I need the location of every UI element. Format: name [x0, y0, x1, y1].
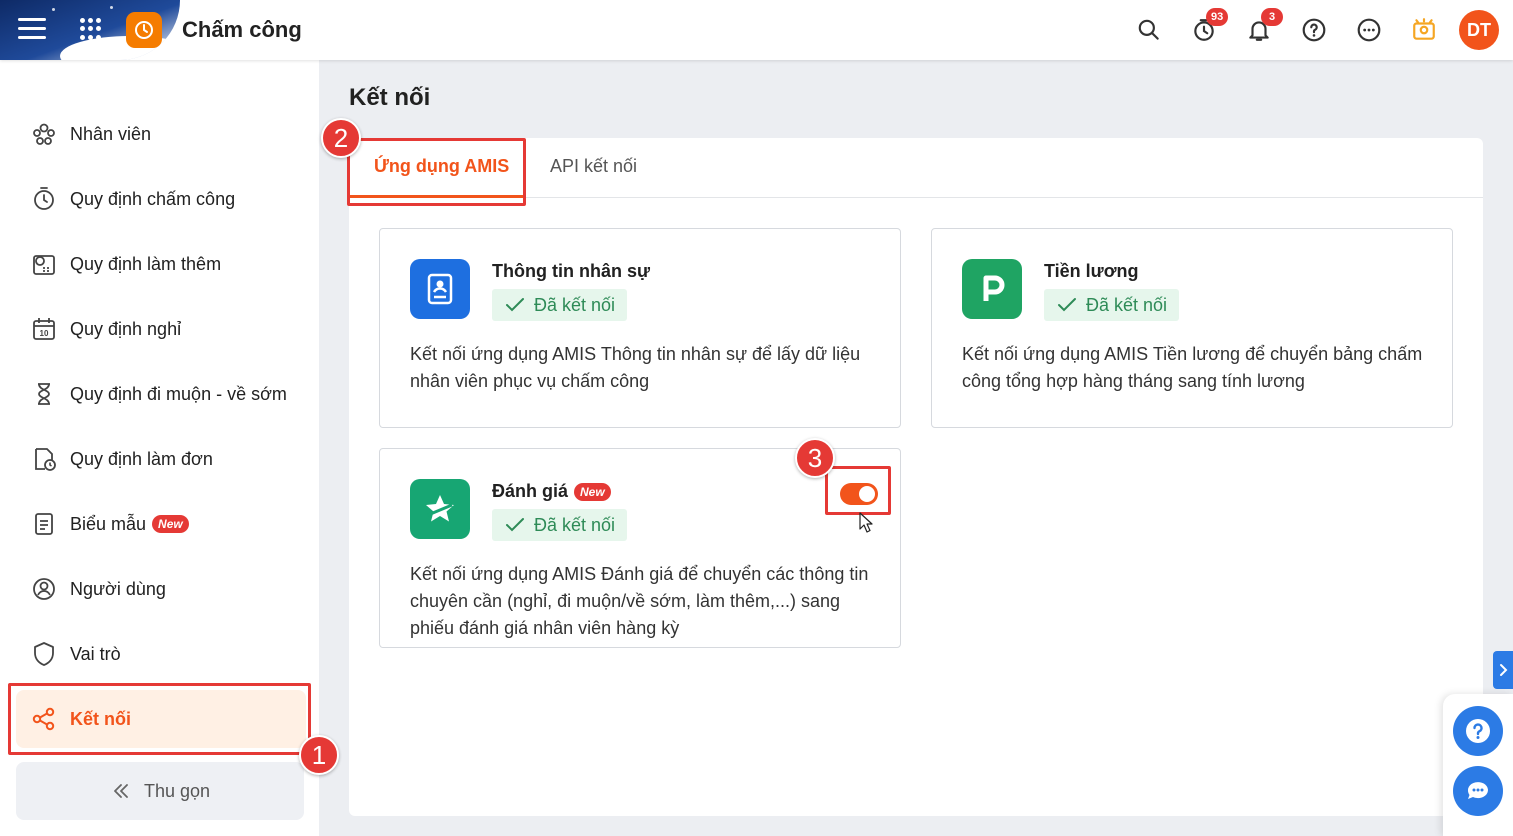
sidebar-item-label: Người dùng	[70, 578, 166, 599]
document-clock-icon	[35, 448, 56, 471]
page-title: Kết nối	[349, 84, 431, 111]
step-marker-2: 2	[321, 118, 361, 158]
more-icon[interactable]	[1349, 10, 1389, 50]
new-badge: New	[574, 482, 611, 501]
timer-badge: 93	[1206, 8, 1229, 26]
card-title: Đánh giá New	[492, 481, 611, 502]
check-icon	[1058, 298, 1076, 312]
user-avatar[interactable]: DT	[1459, 10, 1499, 50]
help-icon[interactable]	[1294, 10, 1334, 50]
sidebar-item-label: Quy định đi muộn - về sớm	[70, 383, 287, 404]
hourglass-icon	[38, 383, 50, 405]
user-icon	[33, 578, 55, 600]
svg-text:10: 10	[40, 329, 49, 338]
chat-float-button[interactable]	[1453, 766, 1503, 816]
menu-icon[interactable]	[18, 18, 46, 42]
card-description: Kết nối ứng dụng AMIS Thông tin nhân sự …	[410, 344, 861, 391]
sidebar-item-label: Quy định chấm công	[70, 188, 236, 209]
sidebar-item-label: Quy định làm đơn	[70, 448, 213, 469]
content-panel: Ứng dụng AMIS API kết nối Thông tin nhân…	[349, 138, 1483, 816]
bell-icon[interactable]: 3	[1239, 8, 1283, 50]
calendar-icon: 10	[33, 318, 55, 340]
sidebar-item-label: Vai trò	[70, 643, 121, 664]
sidebar-item-label: Quy định nghỉ	[70, 318, 182, 339]
top-header: Chấm công 93 3 DT	[0, 0, 1513, 60]
sidebar-item-label: Biểu mẫu	[70, 513, 147, 534]
sidebar-item-users[interactable]: Người dùng	[16, 560, 306, 618]
evaluation-star-icon	[410, 479, 470, 539]
timer-icon[interactable]: 93	[1184, 8, 1229, 50]
sidebar-item-roles[interactable]: Vai trò	[16, 625, 306, 683]
search-icon[interactable]	[1129, 10, 1169, 50]
card-payroll: Tiền lương Đã kết nối Kết nối ứng dụng A…	[931, 228, 1453, 428]
card-title: Tiền lương	[1044, 261, 1139, 281]
active-tab-indicator	[349, 195, 525, 198]
sidebar-item-connections[interactable]: Kết nối	[16, 690, 306, 748]
collapse-button[interactable]: Thu gọn	[16, 762, 304, 820]
sidebar-item-label: Kết nối	[70, 708, 131, 729]
chat-icon	[1467, 782, 1488, 799]
header-actions: 93 3 DT	[1114, 8, 1499, 50]
employees-icon	[33, 123, 55, 145]
check-icon	[506, 298, 524, 312]
sidebar-item-employees[interactable]: Nhân viên	[16, 105, 306, 163]
collapse-label: Thu gọn	[143, 780, 211, 801]
help-float-button[interactable]	[1453, 706, 1503, 756]
tab-amis-apps[interactable]: Ứng dụng AMIS	[374, 156, 509, 177]
card-description: Kết nối ứng dụng AMIS Đánh giá để chuyển…	[410, 564, 869, 638]
card-evaluation: Đánh giá New Đã kết nối Kết nối ứng dụng…	[379, 448, 901, 648]
sidebar-item-label: Quy định làm thêm	[70, 253, 222, 274]
double-chevron-left-icon	[114, 784, 128, 798]
mouse-cursor-icon	[859, 512, 873, 533]
stopwatch-icon	[34, 187, 54, 210]
overtime-icon	[33, 255, 55, 275]
sidebar-item-late-early-rules[interactable]: Quy định đi muộn - về sớm	[16, 365, 306, 423]
shield-icon	[34, 642, 54, 666]
connected-status: Đã kết nối	[1044, 289, 1180, 321]
step-marker-1: 1	[299, 735, 339, 775]
form-icon	[35, 513, 53, 535]
new-badge: New	[152, 515, 189, 533]
sidebar-item-overtime-rules[interactable]: Quy định làm thêm	[16, 235, 306, 293]
sidebar-item-leave-rules[interactable]: 10 Quy định nghỉ	[16, 300, 306, 358]
app-logo-icon	[126, 12, 162, 48]
hr-profile-icon	[410, 259, 470, 319]
idea-icon[interactable]	[1404, 10, 1444, 50]
payroll-icon	[962, 259, 1022, 319]
share-icon	[32, 707, 55, 731]
sidebar-item-label: Nhân viên	[70, 123, 152, 144]
expand-panel-button[interactable]	[1493, 651, 1513, 689]
sidebar-item-forms[interactable]: Biểu mẫu New	[16, 495, 306, 553]
card-description: Kết nối ứng dụng AMIS Tiền lương để chuy…	[962, 344, 1423, 391]
notification-badge: 3	[1261, 8, 1283, 26]
app-title: Chấm công	[182, 17, 302, 42]
sidebar: Nhân viên Quy định chấm công Quy định là…	[0, 60, 319, 836]
connected-status: Đã kết nối	[492, 289, 628, 321]
sidebar-item-attendance-rules[interactable]: Quy định chấm công	[16, 170, 306, 228]
floating-support-panel	[1443, 694, 1513, 836]
connected-status: Đã kết nối	[492, 509, 628, 541]
apps-grid-icon[interactable]	[80, 18, 102, 40]
chevron-right-icon	[1500, 664, 1508, 676]
card-title: Thông tin nhân sự	[492, 261, 651, 281]
step-marker-3: 3	[795, 438, 835, 478]
check-icon	[506, 518, 524, 532]
tab-bar: Ứng dụng AMIS API kết nối	[349, 138, 1483, 198]
tab-api-connections[interactable]: API kết nối	[550, 156, 637, 177]
connection-toggle[interactable]	[840, 483, 878, 505]
help-icon	[1466, 719, 1490, 743]
sidebar-item-request-rules[interactable]: Quy định làm đơn	[16, 430, 306, 488]
card-hr-info: Thông tin nhân sự Đã kết nối Kết nối ứng…	[379, 228, 901, 428]
